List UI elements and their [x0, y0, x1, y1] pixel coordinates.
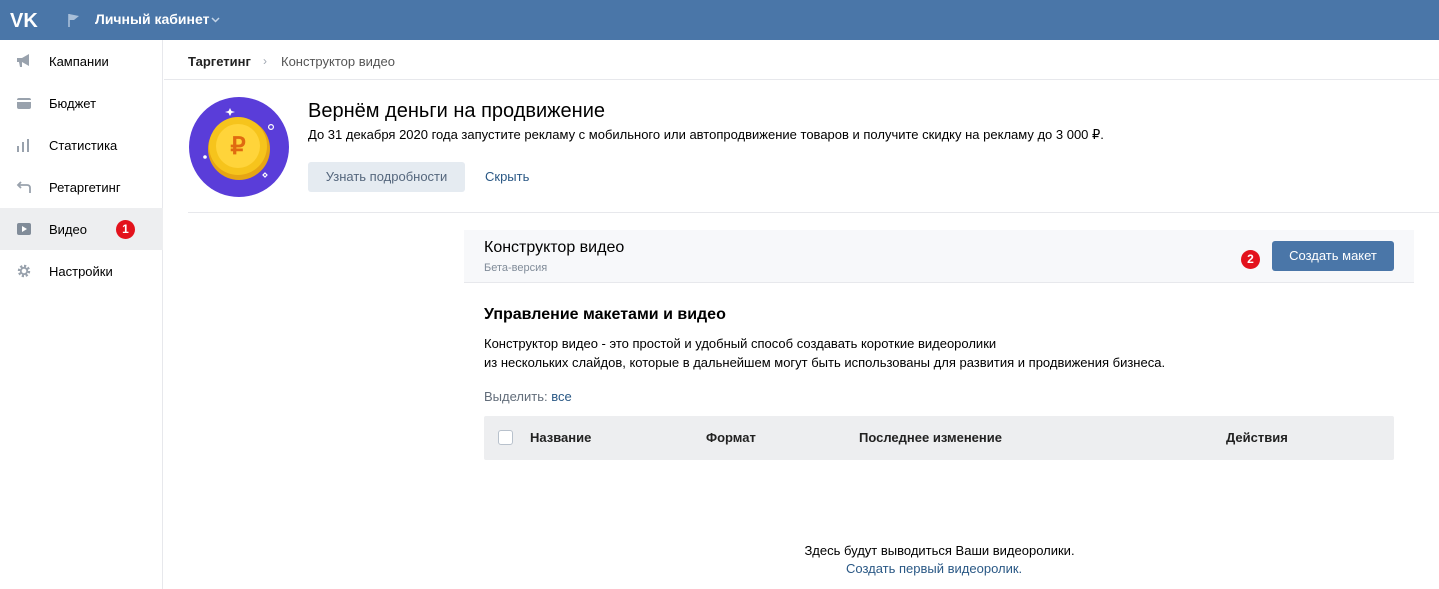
- wallet-icon: [17, 98, 31, 109]
- sidebar-item-video[interactable]: Видео 1: [0, 208, 163, 250]
- create-layout-button[interactable]: Создать макет: [1272, 241, 1394, 271]
- table-header: Название Формат Последнее изменение Дейс…: [484, 416, 1394, 460]
- step-badge: 2: [1241, 250, 1260, 269]
- top-bar: VK Личный кабинет: [0, 0, 1439, 40]
- ruble-symbol: ₽: [230, 133, 245, 160]
- breadcrumb-root[interactable]: Таргетинг: [188, 54, 251, 69]
- column-header-last-modified[interactable]: Последнее изменение: [859, 430, 1002, 445]
- sidebar-item-label: Статистика: [49, 138, 118, 153]
- section-title: Управление макетами и видео: [484, 306, 726, 323]
- sidebar-item-campaigns[interactable]: Кампании: [0, 40, 163, 82]
- sidebar-item-budget[interactable]: Бюджет: [0, 82, 163, 124]
- divider: [164, 79, 1439, 80]
- create-first-video-link[interactable]: Создать первый видеоролик.: [846, 561, 1022, 576]
- description-line: Конструктор видео - это простой и удобны…: [484, 336, 997, 351]
- gear-icon: [17, 264, 31, 278]
- sidebar-item-statistics[interactable]: Статистика: [0, 124, 163, 166]
- breadcrumb-separator: ›: [263, 54, 267, 68]
- video-play-icon: [17, 223, 31, 235]
- breadcrumb-current: Конструктор видео: [281, 54, 395, 69]
- hide-promo-link[interactable]: Скрыть: [485, 169, 529, 184]
- sidebar-item-settings[interactable]: Настройки: [0, 250, 163, 292]
- sidebar-item-label: Видео: [49, 222, 87, 237]
- sidebar: Кампании Бюджет Статистика Ретаргетинг В…: [0, 40, 163, 589]
- promo-title: Вернём деньги на продвижение: [308, 100, 606, 122]
- sidebar-item-label: Бюджет: [49, 96, 97, 111]
- column-header-actions: Действия: [1226, 430, 1288, 445]
- chevron-down-icon[interactable]: [211, 17, 220, 23]
- video-constructor-header: Конструктор видео Бета-версия 2 Создать …: [464, 230, 1414, 283]
- flag-icon[interactable]: [66, 12, 82, 28]
- step-badge: 1: [116, 220, 135, 239]
- vk-logo[interactable]: VK: [10, 8, 40, 32]
- column-header-format[interactable]: Формат: [706, 430, 756, 445]
- select-all-checkbox[interactable]: [498, 430, 513, 445]
- column-header-name[interactable]: Название: [530, 430, 591, 445]
- svg-text:VK: VK: [10, 10, 38, 32]
- select-row: Выделить: все: [484, 389, 572, 404]
- sidebar-item-retargeting[interactable]: Ретаргетинг: [0, 166, 163, 208]
- sidebar-item-label: Кампании: [49, 54, 109, 69]
- panel-subtitle: Бета-версия: [484, 262, 548, 274]
- bar-chart-icon: [17, 139, 29, 152]
- sidebar-item-label: Настройки: [49, 264, 113, 279]
- panel-title: Конструктор видео: [484, 239, 625, 256]
- empty-state-text: Здесь будут выводиться Ваши видеоролики.: [804, 543, 1075, 558]
- coin-promo-icon: ₽: [189, 97, 289, 197]
- select-label: Выделить:: [484, 389, 548, 404]
- promo-text: До 31 декабря 2020 года запустите реклам…: [308, 127, 1104, 142]
- learn-more-button[interactable]: Узнать подробности: [308, 162, 465, 192]
- select-all-link[interactable]: все: [551, 389, 572, 404]
- megaphone-icon: [17, 54, 29, 67]
- divider: [188, 212, 1439, 213]
- sidebar-item-label: Ретаргетинг: [49, 180, 121, 195]
- retarget-arrow-icon: [16, 181, 31, 193]
- cabinet-title[interactable]: Личный кабинет: [95, 11, 209, 27]
- description-line: из нескольких слайдов, которые в дальней…: [484, 355, 1166, 370]
